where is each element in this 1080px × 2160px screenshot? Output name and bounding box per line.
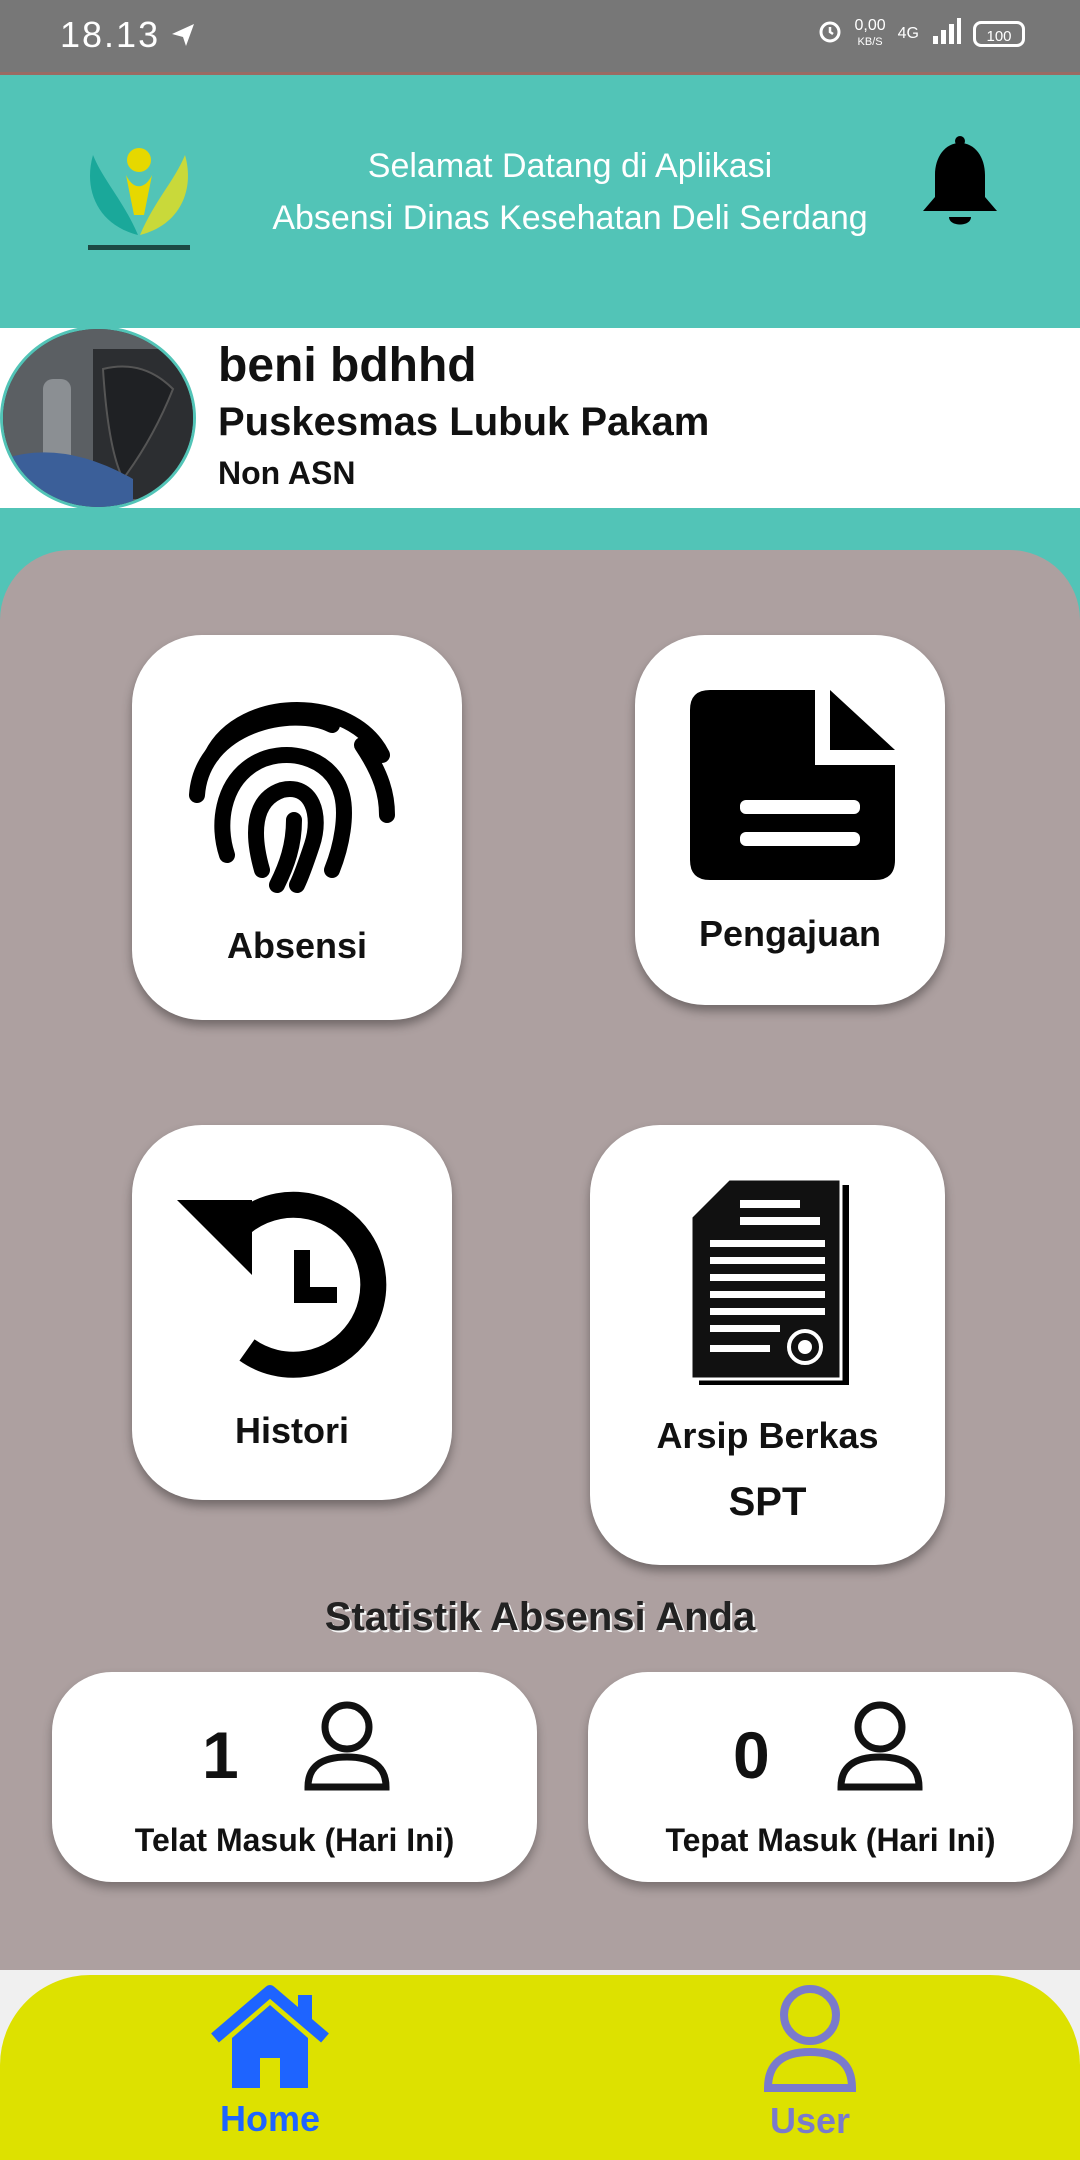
- status-indicators: 0,00 KB/S 4G 100: [817, 18, 1025, 50]
- arsip-label-line1: Arsip Berkas: [656, 1415, 879, 1456]
- welcome-line-1: Selamat Datang di Aplikasi: [367, 147, 773, 185]
- network-speed: 0,00 KB/S: [854, 17, 886, 49]
- nav-user[interactable]: User: [745, 1980, 875, 2142]
- welcome-line-2: Absensi Dinas Kesehatan Deli Serdang: [272, 199, 868, 237]
- person-icon: [837, 1701, 923, 1791]
- battery-icon: 100: [973, 21, 1025, 47]
- document-icon: [690, 690, 895, 880]
- arsip-berkas-spt-button[interactable]: Arsip Berkas SPT: [590, 1125, 945, 1565]
- user-status: Non ASN: [218, 455, 356, 491]
- late-count: 1: [202, 1718, 239, 1792]
- app-logo: [78, 130, 200, 260]
- stats-title: Statistik Absensi Anda: [324, 1595, 756, 1639]
- absensi-label: Absensi: [226, 925, 368, 966]
- ontime-count: 0: [733, 1718, 770, 1792]
- nav-user-label: User: [769, 2100, 851, 2141]
- network-type: 4G: [897, 25, 919, 42]
- histori-label: Histori: [234, 1410, 349, 1451]
- arsip-label-line2: SPT: [728, 1480, 807, 1524]
- welcome-message: Selamat Datang di Aplikasi Absensi Dinas…: [220, 140, 920, 244]
- user-name: beni bdhhd: [218, 339, 477, 392]
- alarm-icon: [817, 18, 843, 50]
- person-icon: [304, 1701, 390, 1791]
- fingerprint-icon: [189, 702, 395, 893]
- pengajuan-button[interactable]: Pengajuan: [635, 635, 945, 1005]
- nav-home-label: Home: [219, 2098, 321, 2139]
- user-unit: Puskesmas Lubuk Pakam: [218, 400, 710, 444]
- ontime-stat-card: 0 Tepat Masuk (Hari Ini): [588, 1672, 1073, 1882]
- ontime-label: Tepat Masuk (Hari Ini): [665, 1822, 996, 1858]
- pengajuan-label: Pengajuan: [698, 913, 882, 954]
- absensi-button[interactable]: Absensi: [132, 635, 462, 1020]
- navigation-arrow-icon: [168, 20, 198, 55]
- late-label: Telat Masuk (Hari Ini): [134, 1822, 455, 1858]
- status-bar: 18.13 0,00 KB/S 4G 100: [0, 0, 1080, 75]
- user-icon: [763, 1985, 857, 2092]
- avatar[interactable]: [0, 326, 196, 510]
- nav-home[interactable]: Home: [195, 1983, 345, 2140]
- notification-bell-icon[interactable]: [915, 135, 1005, 235]
- home-icon: [211, 1985, 329, 2088]
- history-icon: [177, 1191, 387, 1378]
- late-stat-card: 1 Telat Masuk (Hari Ini): [52, 1672, 537, 1882]
- status-time: 18.13: [60, 14, 161, 55]
- bottom-navigation: Home User: [0, 1975, 1080, 2160]
- signal-icon: [931, 18, 961, 50]
- archive-document-icon: [689, 1177, 849, 1385]
- histori-button[interactable]: Histori: [132, 1125, 452, 1500]
